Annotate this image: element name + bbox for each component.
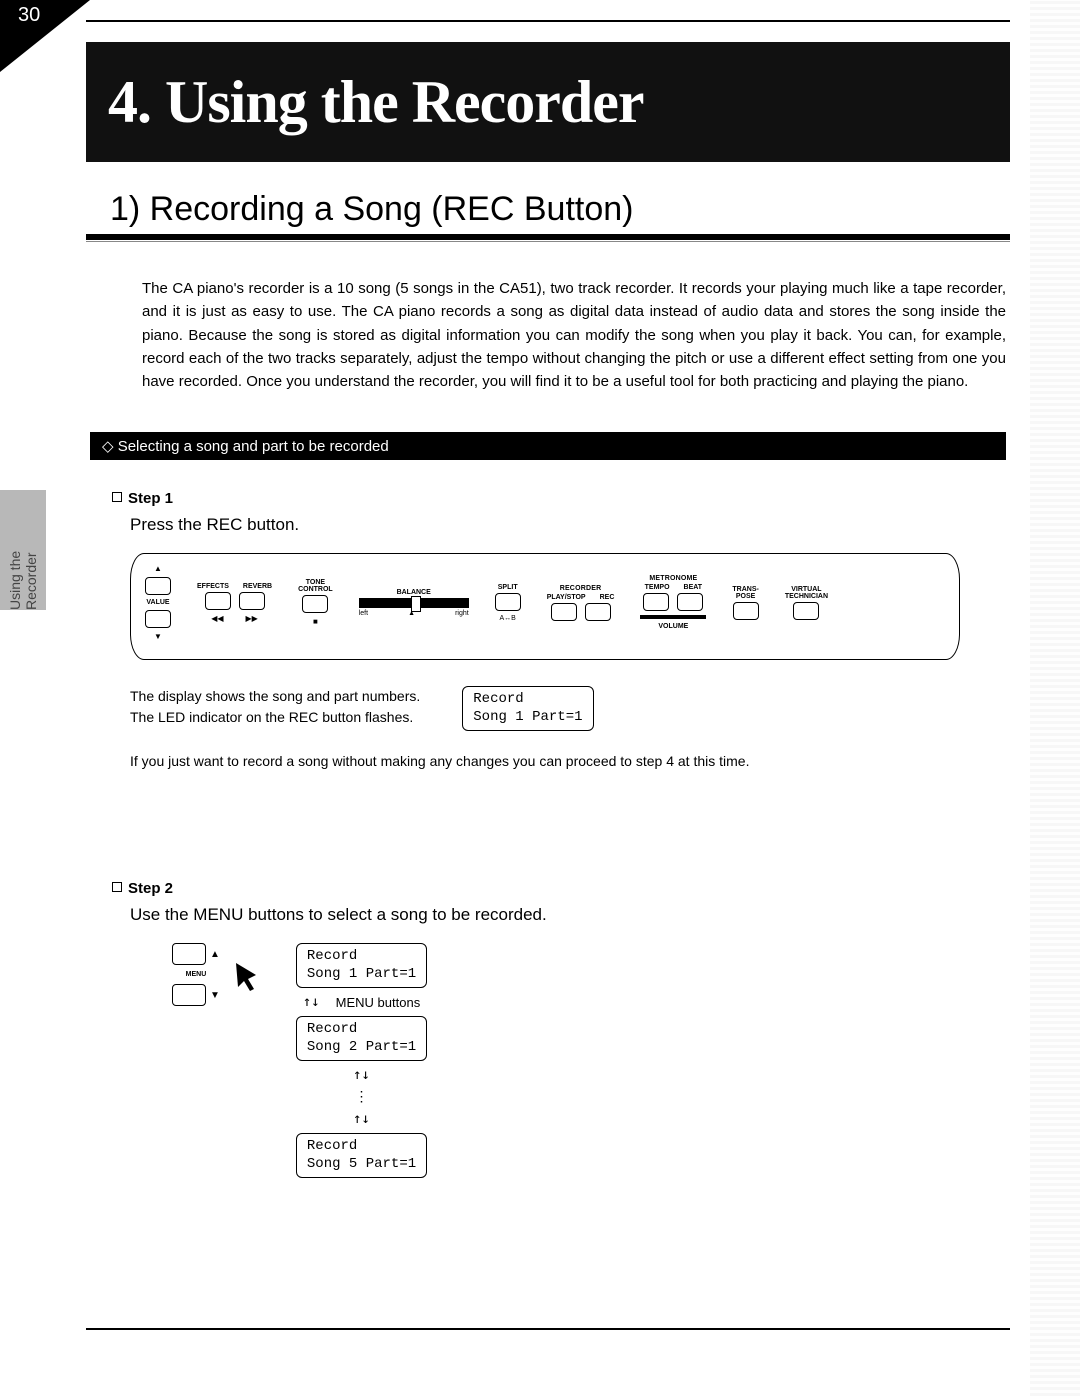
rec-button [585,603,611,621]
menu-buttons-caption-text: MENU buttons [336,995,421,1010]
value-down-button [145,610,171,628]
lcd-display-step2-b: Record Song 2 Part=1 [296,1016,427,1061]
reverb-label: REVERB [243,583,272,590]
split-button [495,593,521,611]
intro-paragraph: The CA piano's recorder is a 10 song (5 … [142,277,1006,393]
scan-artifact-right [1030,0,1080,1396]
step-1-result-text: The display shows the song and part numb… [112,686,420,728]
transpose-label: TRANS- POSE [732,586,758,600]
lcd-display-step2-a: Record Song 1 Part=1 [296,943,427,988]
balance-label: BALANCE [397,589,431,596]
tone-control-button [302,595,328,613]
metronome-group-label: METRONOME [649,575,697,582]
balance-right-label: right [455,610,469,617]
tempo-button [643,593,669,611]
step-1-note: If you just want to record a song withou… [130,753,1006,769]
reverb-button [239,592,265,610]
value-label: VALUE [146,599,169,606]
rec-label: REC [600,594,615,601]
step-2-label: Step 2 [112,880,1006,897]
split-label: SPLIT [498,584,518,591]
chapter-title-banner: 4. Using the Recorder [86,42,1010,162]
volume-bar [640,615,706,619]
step-1-label: Step 1 [112,490,1006,507]
beat-label: BEAT [684,584,703,591]
section-heading: 1) Recording a Song (REC Button) [110,190,633,229]
beat-button [677,593,703,611]
tone-control-label: TONE CONTROL [298,579,333,593]
recorder-group-label: RECORDER [560,585,602,592]
value-up-button [145,577,171,595]
sidebar-tab: Using the Recorder [0,490,46,610]
step-1-action: Press the REC button. [130,515,1006,535]
page-number: 30 [18,4,40,27]
control-panel-illustration: ▲ VALUE ▼ EFFECTS REVERB ◀◀▶▶ TONE CONTR… [130,553,960,660]
updown-arrows-2: ↑↓ [353,1067,370,1083]
updown-arrows-1: ↑↓ [303,994,320,1010]
step-2-block: Step 2 Use the MENU buttons to select a … [112,880,1006,1178]
menu-label: MENU [186,971,207,978]
vertical-dots: ⋮ [355,1089,369,1105]
page-corner [0,0,90,72]
section-underline [86,234,1010,242]
step-1-block: Step 1 Press the REC button. ▲ VALUE ▼ E… [112,490,1006,769]
play-stop-button [551,603,577,621]
virtual-tech-button [793,602,819,620]
balance-slider [359,598,469,608]
step-2-action: Use the MENU buttons to select a song to… [130,905,1006,925]
top-rule [86,20,1010,22]
volume-label: VOLUME [658,623,688,630]
updown-arrows-3: ↑↓ [353,1111,370,1127]
menu-buttons-illustration: ▲ MENU ▼ [172,943,220,1006]
virtual-tech-label: VIRTUAL TECHNICIAN [785,586,828,600]
transpose-button [733,602,759,620]
ab-label: A↔B [500,615,516,622]
pointer-icon [224,955,264,995]
balance-left-label: left [359,610,368,617]
menu-diagram: ▲ MENU ▼ Record Song 1 Part=1 ↑↓ ↑↓ MENU … [172,943,1006,1178]
tempo-label: TEMPO [645,584,670,591]
bottom-rule [86,1328,1010,1330]
lcd-display-step1: Record Song 1 Part=1 [462,686,593,731]
play-stop-label: PLAY/STOP [547,594,586,601]
effects-label: EFFECTS [197,583,229,590]
subsection-bar: ◇ Selecting a song and part to be record… [90,432,1006,460]
effects-button [205,592,231,610]
lcd-display-step2-c: Record Song 5 Part=1 [296,1133,427,1178]
